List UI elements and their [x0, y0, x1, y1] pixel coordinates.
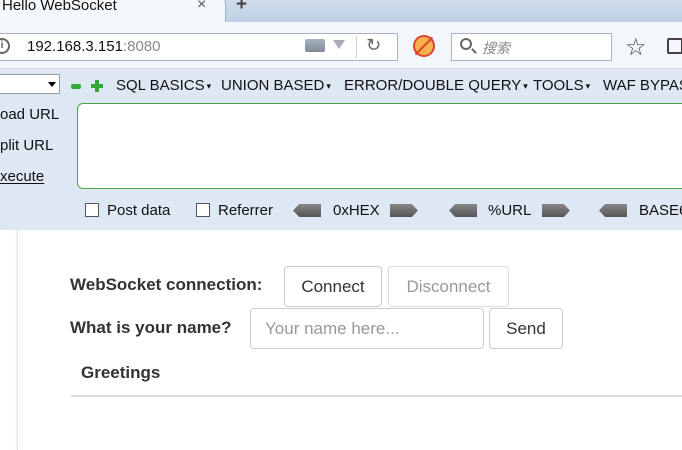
post-data-checkbox[interactable] [85, 203, 99, 217]
drive-icon[interactable] [305, 39, 325, 52]
tab-close-icon[interactable]: × [197, 0, 206, 14]
url-separator [356, 36, 357, 58]
url-port: :8080 [122, 38, 161, 55]
caret-icon: ▾ [206, 80, 212, 91]
plus-icon[interactable] [91, 80, 103, 92]
send-button[interactable]: Send [489, 308, 563, 349]
select-arrow-icon[interactable] [48, 82, 56, 87]
url-text[interactable]: 192.168.3.151:8080 [27, 38, 160, 55]
menu-waf-bypass[interactable]: WAF BYPASS [603, 77, 682, 94]
search-placeholder[interactable]: 搜索 [482, 38, 510, 58]
hackbar-url-textarea[interactable] [77, 103, 682, 189]
split-url-button[interactable]: plit URL [0, 137, 53, 154]
search-icon[interactable] [460, 38, 472, 50]
noscript-icon[interactable] [413, 35, 435, 57]
menu-label: ERROR/DOUBLE QUERY [344, 77, 522, 94]
name-input[interactable] [250, 308, 484, 349]
search-box[interactable] [451, 33, 612, 61]
menu-label: UNION BASED [221, 77, 325, 94]
bookmark-star-icon[interactable]: ☆ [625, 33, 647, 62]
menu-label: TOOLS [533, 77, 584, 94]
name-label: What is your name? [70, 318, 232, 337]
menu-label: WAF BYPASS [603, 77, 682, 94]
url-host: 192.168.3.151 [27, 38, 123, 55]
referrer-checkbox[interactable] [196, 203, 210, 217]
menu-error-double-query[interactable]: ERROR/DOUBLE QUERY ▾ [344, 77, 528, 94]
reading-list-icon[interactable] [667, 38, 682, 54]
minus-icon[interactable] [71, 84, 81, 89]
menu-label: SQL BASICS [116, 77, 205, 94]
post-data-label[interactable]: Post data [107, 202, 170, 219]
base64-label: BASE64 [639, 202, 682, 219]
connect-button[interactable]: Connect [284, 266, 382, 307]
caret-icon: ▾ [326, 80, 331, 91]
caret-icon: ▾ [585, 80, 591, 91]
hex-label: 0xHEX [333, 202, 380, 219]
menu-tools[interactable]: TOOLS ▾ [533, 77, 590, 94]
referrer-label[interactable]: Referrer [218, 202, 273, 219]
menu-union-based[interactable]: UNION BASED ▾ [221, 77, 331, 94]
reload-icon[interactable]: ↻ [366, 35, 381, 56]
url-dropdown-icon[interactable] [333, 40, 345, 49]
load-url-button[interactable]: oad URL [0, 106, 59, 123]
disconnect-button[interactable]: Disconnect [388, 266, 509, 307]
execute-button[interactable]: xecute [0, 168, 44, 185]
tab-title[interactable]: Hello WebSocket [2, 0, 117, 14]
caret-icon: ▾ [523, 80, 528, 91]
websocket-connection-label: WebSocket connection: [70, 275, 263, 294]
new-tab-icon[interactable]: + [236, 0, 247, 16]
url-label: %URL [488, 202, 532, 219]
menu-sql-basics[interactable]: SQL BASICS ▾ [116, 77, 211, 94]
greetings-divider [71, 395, 682, 397]
greetings-heading: Greetings [81, 363, 161, 382]
